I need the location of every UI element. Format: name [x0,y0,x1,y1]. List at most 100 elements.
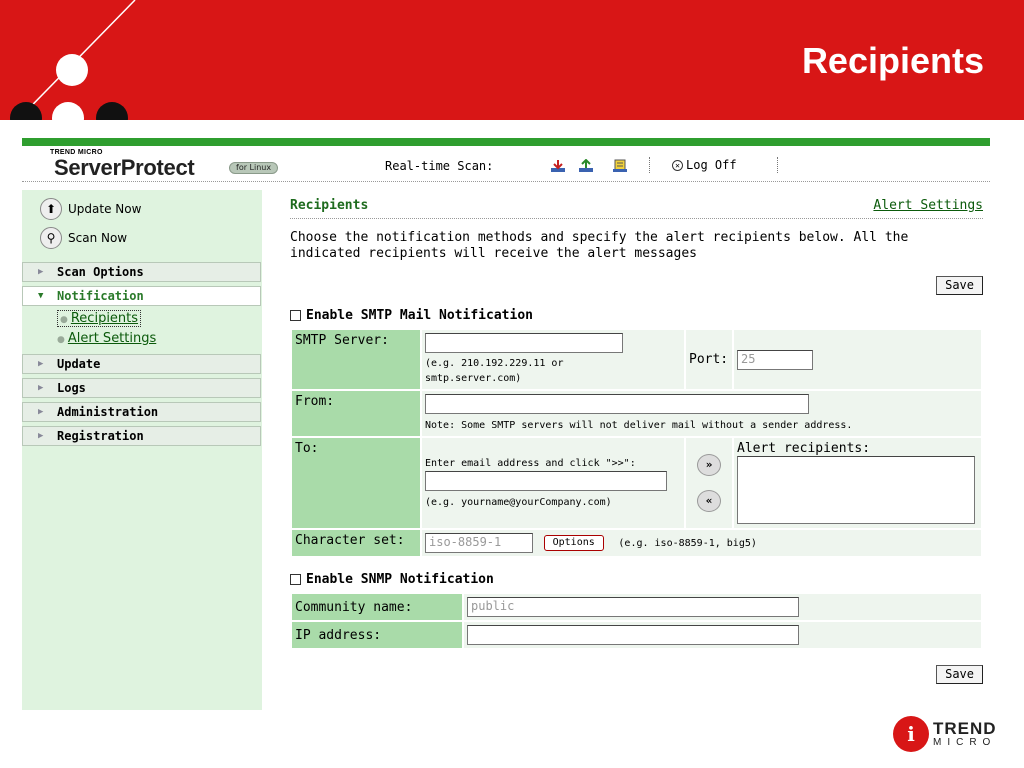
charset-options-button[interactable]: Options [543,535,604,551]
smtp-enable-checkbox[interactable] [290,310,301,321]
slide-title: Recipients [801,40,984,81]
alert-settings-link[interactable]: Alert Settings [873,198,983,213]
ip-input[interactable] [467,625,799,645]
sidebar-subitem-recipients[interactable]: ● Recipients [57,310,142,327]
ip-cell [464,622,981,648]
community-label: Community name: [292,594,462,620]
community-row: Community name: public [292,594,981,620]
snmp-settings-table: Community name: public IP address: [290,592,983,650]
from-cell: Note: Some SMTP servers will not deliver… [422,391,981,436]
update-now-link[interactable]: ⬆ Update Now [40,198,141,220]
add-recipient-button[interactable]: » [697,454,721,476]
sidebar-item-update[interactable]: ▶ Update [22,354,261,374]
logoff-button[interactable]: ✕ Log Off [672,158,737,172]
port-label: Port: [686,330,732,389]
snmp-enable-label: Enable SNMP Notification [306,572,494,587]
expand-icon: ▶ [38,267,44,277]
smtp-enable-label: Enable SMTP Mail Notification [306,308,533,323]
charset-row: Character set: iso-8859-1 Options (e.g. … [292,530,981,556]
to-row: To: Enter email address and click ">>": … [292,438,981,528]
port-cell: 25 [734,330,981,389]
sidebar-item-label: Update [57,357,101,371]
to-arrows-cell: » « [686,438,732,528]
download-icon[interactable] [550,159,566,173]
update-arrow-icon: ⬆ [40,198,62,220]
logoff-label: Log Off [686,158,737,172]
title-divider [290,218,983,219]
brand-product: ServerProtect [54,155,195,180]
charset-hint: (e.g. iso-8859-1, big5) [618,537,757,549]
community-input[interactable]: public [467,597,799,617]
toolbar-separator [777,157,778,173]
power-icon: ✕ [672,160,683,171]
sidebar-item-label: Administration [57,405,159,419]
ip-row: IP address: [292,622,981,648]
sidebar-item-label: Notification [57,289,144,303]
app-top-bar [22,138,990,146]
sidebar-item-label: Scan Options [57,265,144,279]
save-button-bottom[interactable]: Save [936,665,983,684]
collapse-icon: ▼ [38,291,44,301]
expand-icon: ▶ [38,383,44,393]
page-title: Recipients [290,198,369,213]
trend-micro-logo: ⅰ TREND MICRO [893,716,997,752]
save-button-top[interactable]: Save [936,276,983,295]
bullet-icon: ● [60,315,68,325]
snmp-section-header: Enable SNMP Notification [290,572,494,587]
expand-icon: ▶ [38,407,44,417]
brand-edition: for Linux [229,162,279,174]
to-cell: Enter email address and click ">>": (e.g… [422,438,684,528]
app-window: TREND MICRO ServerProtect for Linux Real… [22,138,990,710]
community-cell: public [464,594,981,620]
toolbar-separator [649,157,650,173]
smtp-server-cell: (e.g. 210.192.229.11 or smtp.server.com) [422,330,684,389]
trend-wordmark: TREND MICRO [933,720,997,748]
upload-icon[interactable] [578,159,594,173]
from-row: From: Note: Some SMTP servers will not d… [292,391,981,436]
to-input[interactable] [425,471,667,491]
sidebar-subitem-label: Alert Settings [67,331,157,346]
expand-icon: ▶ [38,359,44,369]
sidebar-subitem-alert-settings[interactable]: ● Alert Settings [57,331,156,346]
smtp-server-hint: (e.g. 210.192.229.11 or smtp.server.com) [425,358,564,384]
sidebar-item-label: Logs [57,381,86,395]
charset-cell: iso-8859-1 Options (e.g. iso-8859-1, big… [422,530,981,556]
trend-ball-icon: ⅰ [893,716,929,752]
remove-recipient-button[interactable]: « [697,490,721,512]
sidebar-item-administration[interactable]: ▶ Administration [22,402,261,422]
realtime-scan-label: Real-time Scan: [385,159,494,173]
from-label: From: [292,391,420,436]
scan-now-link[interactable]: ⚲ Scan Now [40,227,127,249]
smtp-section-header: Enable SMTP Mail Notification [290,308,533,323]
charset-label: Character set: [292,530,420,556]
recipients-cell: Alert recipients: [734,438,981,528]
smtp-server-input[interactable] [425,333,623,353]
sidebar-item-registration[interactable]: ▶ Registration [22,426,261,446]
main-content: Recipients Alert Settings Choose the not… [290,190,983,710]
from-input[interactable] [425,394,809,414]
alert-recipients-label: Alert recipients: [737,441,871,456]
smtp-server-row: SMTP Server: (e.g. 210.192.229.11 or smt… [292,330,981,389]
to-instruction: Enter email address and click ">>": [425,458,636,469]
decor-dots [10,54,128,120]
sidebar-item-scan-options[interactable]: ▶ Scan Options [22,262,261,282]
alert-recipients-list[interactable] [737,456,975,524]
logo-sub: MICRO [933,737,997,748]
snmp-enable-checkbox[interactable] [290,574,301,585]
sidebar-item-logs[interactable]: ▶ Logs [22,378,261,398]
to-label: To: [292,438,420,528]
expand-icon: ▶ [38,431,44,441]
smtp-server-label: SMTP Server: [292,330,420,389]
sidebar-item-notification[interactable]: ▼ Notification [22,286,261,306]
port-input[interactable]: 25 [737,349,813,370]
ip-label: IP address: [292,622,462,648]
intro-text: Choose the notification methods and spec… [290,230,909,261]
sidebar-item-label: Registration [57,429,144,443]
charset-input[interactable]: iso-8859-1 [425,533,533,553]
scan-now-label: Scan Now [68,231,128,245]
app-header: TREND MICRO ServerProtect for Linux Real… [22,146,990,182]
report-icon[interactable] [612,159,628,173]
update-now-label: Update Now [68,202,142,216]
magnifier-icon: ⚲ [40,227,62,249]
bullet-icon: ● [57,335,65,345]
